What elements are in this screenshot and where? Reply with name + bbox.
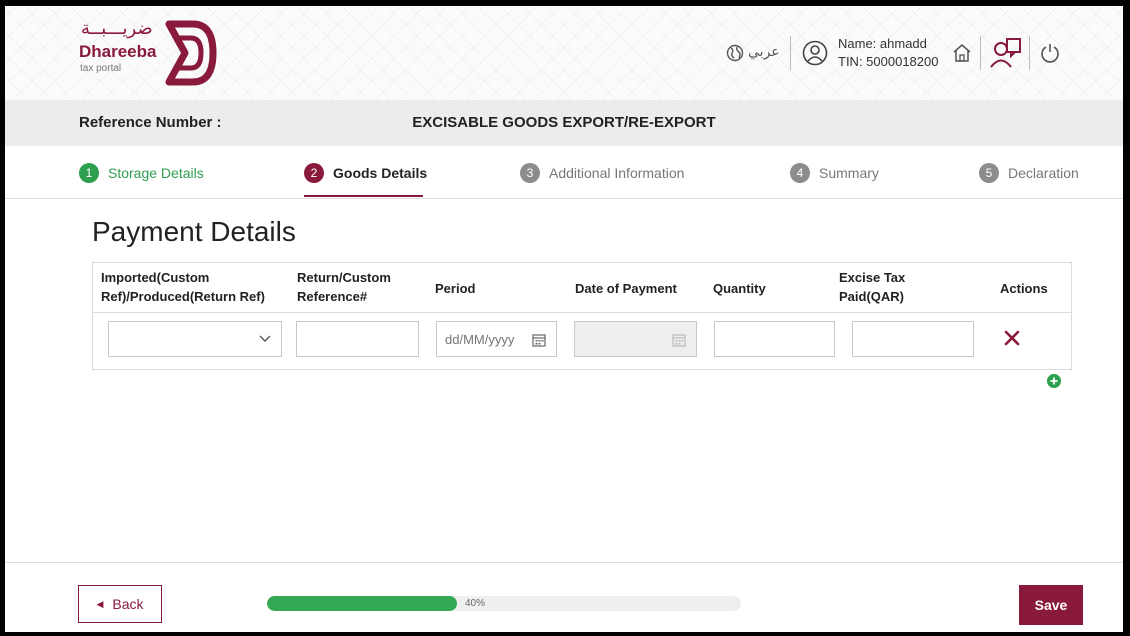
add-row-icon[interactable] [1047,374,1061,388]
title-band: Reference Number : EXCISABLE GOODS EXPOR… [5,100,1123,146]
step-number: 1 [79,163,99,183]
payment-details-table: Imported(Custom Ref)/Produced(Return Ref… [92,262,1072,370]
header-line: Paid(QAR) [839,289,904,304]
excise-tax-paid-field[interactable] [852,321,974,357]
step-declaration[interactable]: 5 Declaration [979,162,1079,184]
header-line: Imported(Custom [101,270,210,285]
header-line: Return/Custom [297,270,391,285]
step-label: Declaration [1008,165,1079,181]
logo-name: Dhareeba [79,42,157,61]
step-summary[interactable]: 4 Summary [790,162,879,184]
step-label: Summary [819,165,879,181]
return-reference-input[interactable] [297,322,418,356]
remove-row-icon[interactable] [1001,327,1023,349]
logo-subtitle: tax portal [80,63,122,74]
calendar-icon[interactable] [532,333,546,347]
header-divider [1029,36,1030,70]
user-tin: TIN: 5000018200 [838,54,939,69]
step-label: Storage Details [108,165,204,181]
step-number: 3 [520,163,540,183]
column-header-return-reference: Return/Custom Reference# [297,268,391,306]
chevron-down-icon [259,335,271,342]
page-title: EXCISABLE GOODS EXPORT/RE-EXPORT [412,114,716,131]
active-step-underline [304,195,423,197]
imported-produced-select[interactable] [108,321,282,357]
date-of-payment-field [574,321,697,357]
header-row-divider [93,312,1071,313]
period-date-picker[interactable] [436,321,557,357]
users-icon[interactable] [989,36,1023,70]
user-name: Name: ahmadd [838,36,927,51]
section-title: Payment Details [92,216,296,247]
language-toggle[interactable]: عربي [748,44,780,60]
footer-bar: ◀ Back 40% Save [5,562,1123,632]
calendar-icon [672,334,686,347]
logo-arabic-text: ضريـــبــة [81,18,153,39]
step-number: 2 [304,163,324,183]
top-header: ضريـــبــة Dhareeba tax portal عربي Name… [5,6,1123,100]
back-button[interactable]: ◀ Back [78,585,162,623]
step-label: Goods Details [333,165,428,181]
column-header-date-of-payment: Date of Payment [575,281,677,296]
header-line: Reference# [297,289,368,304]
dhareeba-logo-icon [165,20,217,86]
return-reference-field[interactable] [296,321,419,357]
imported-produced-value[interactable] [109,322,281,356]
column-header-actions: Actions [1000,281,1048,296]
step-number: 5 [979,163,999,183]
user-icon[interactable] [802,40,828,66]
app-frame: ضريـــبــة Dhareeba tax portal عربي Name… [5,6,1123,632]
column-header-imported: Imported(Custom Ref)/Produced(Return Ref… [101,268,265,306]
progress-label: 40% [465,598,486,609]
arrow-left-icon: ◀ [96,598,104,609]
step-number: 4 [790,163,810,183]
step-additional-information[interactable]: 3 Additional Information [520,162,684,184]
header-divider [980,36,981,70]
header-divider [790,36,791,70]
save-button[interactable]: Save [1019,585,1083,625]
column-header-excise-tax: Excise Tax Paid(QAR) [839,268,905,306]
quantity-input[interactable] [715,322,834,356]
home-icon[interactable] [951,42,973,64]
column-header-period: Period [435,281,476,296]
progress-bar [267,596,741,611]
globe-icon[interactable] [726,44,744,62]
step-goods-details[interactable]: 2 Goods Details [304,162,427,184]
header-line: Ref)/Produced(Return Ref) [101,289,265,304]
quantity-field[interactable] [714,321,835,357]
power-icon[interactable] [1039,42,1061,64]
back-button-label: Back [112,596,144,612]
progress-bar-fill [267,596,457,611]
header-line: Excise Tax [839,270,906,285]
step-label: Additional Information [549,165,685,181]
step-storage-details[interactable]: 1 Storage Details [79,162,204,184]
column-header-quantity: Quantity [713,281,766,296]
excise-tax-paid-input[interactable] [853,322,973,356]
wizard-stepper: 1 Storage Details 2 Goods Details 3 Addi… [5,146,1123,199]
